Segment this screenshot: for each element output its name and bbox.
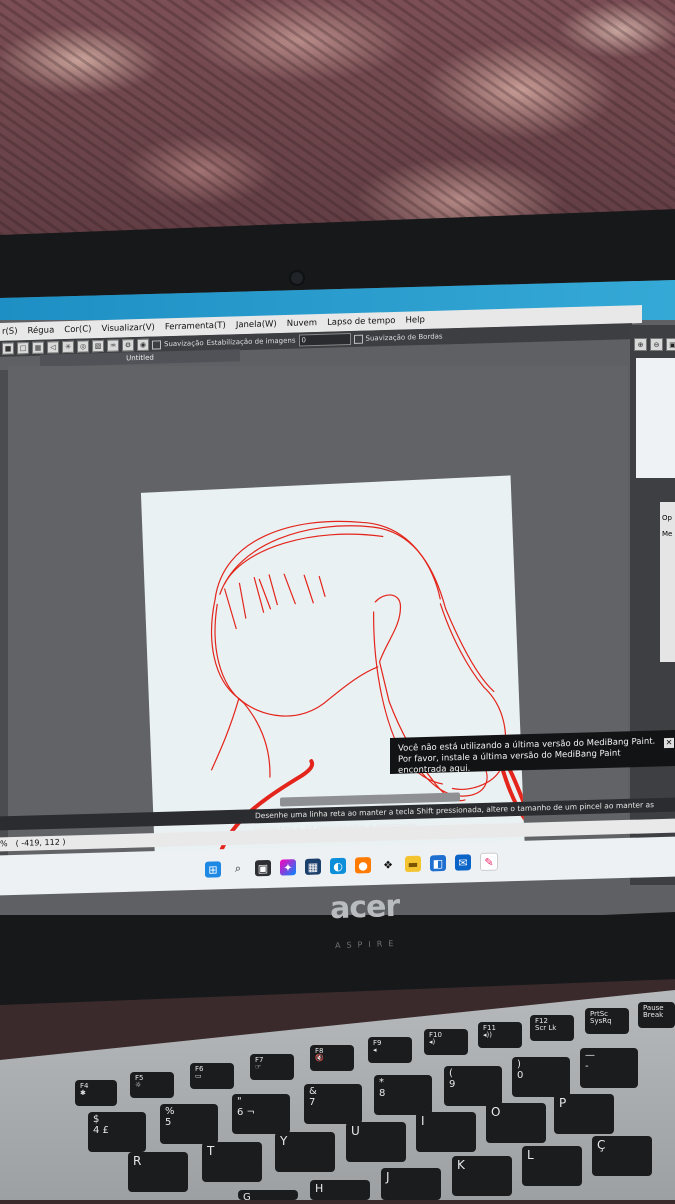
menu-item-selection[interactable]: r(S) — [2, 326, 18, 336]
menu-item-tool[interactable]: Ferramenta(T) — [165, 321, 226, 333]
acer-logo: acer — [329, 888, 400, 927]
keyboard: F4 ✱ F5 ☼ F6 ▭ F7 ☞ F8 🔇 F9 ◂ F10 ◂) F11… — [0, 1000, 675, 1203]
key-pause: Pause Break — [638, 1002, 675, 1028]
navigator-preview — [636, 358, 675, 478]
key-u: U — [346, 1122, 406, 1162]
tool-icon[interactable]: ▦ — [32, 341, 44, 354]
key-l: L — [522, 1146, 582, 1186]
panel-label-mid: Me — [662, 530, 673, 538]
cursor-coords: ( -419, 112 ) — [15, 837, 66, 848]
stabilization-label: Estabilização de imagens — [206, 336, 296, 348]
tool-icon[interactable]: ⚙ — [122, 339, 134, 352]
menu-item-cloud[interactable]: Nuvem — [287, 318, 317, 329]
tool-icon[interactable]: ■ — [2, 342, 14, 355]
key-o: O — [486, 1103, 546, 1143]
menu-item-color[interactable]: Cor(C) — [64, 324, 91, 335]
key-i: I — [416, 1112, 476, 1152]
dropbox-icon[interactable]: ❖ — [380, 856, 396, 872]
smoothing-checkbox[interactable] — [152, 339, 161, 350]
zoom-in-icon[interactable]: ⊕ — [634, 338, 647, 351]
key-k: K — [452, 1156, 512, 1196]
tool-icon[interactable]: ▧ — [92, 339, 104, 353]
webcam-icon — [289, 270, 305, 286]
key-f8: F8 🔇 — [310, 1045, 354, 1071]
smoothing-label: Suavização — [164, 339, 204, 349]
tool-icon[interactable]: ✳ — [62, 340, 74, 354]
key-7: & 7 — [304, 1084, 362, 1124]
key-t: T — [202, 1142, 262, 1182]
key-f11: F11 ◂)) — [478, 1022, 522, 1048]
key-9: ( 9 — [444, 1066, 502, 1106]
laptop-screen: r(S) Régua Cor(C) Visualizar(V) Ferramen… — [0, 280, 675, 915]
fit-icon[interactable]: ▣ — [666, 338, 675, 351]
outlook-icon[interactable]: ✉ — [455, 854, 471, 871]
key-f7: F7 ☞ — [250, 1054, 294, 1080]
key-f5: F5 ☼ — [130, 1072, 174, 1098]
stabilization-select[interactable]: 0 — [298, 333, 351, 347]
key-h: H — [310, 1180, 370, 1200]
key-f9: F9 ◂ — [368, 1037, 412, 1063]
edge-browser-icon[interactable]: ◐ — [330, 857, 346, 875]
key-j: J — [381, 1168, 441, 1200]
task-view-icon[interactable]: ▣ — [255, 859, 271, 877]
zoom-out-icon[interactable]: ⊖ — [650, 338, 663, 351]
medibang-app-icon[interactable]: ✎ — [480, 852, 498, 872]
menu-item-ruler[interactable]: Régua — [28, 325, 55, 336]
widgets-icon[interactable]: ▦ — [305, 858, 321, 875]
key-r: R — [128, 1152, 188, 1192]
key-8: * 8 — [374, 1075, 432, 1115]
edge-smoothing-label: Suavização de Bordas — [365, 332, 443, 343]
key-g: G — [238, 1190, 298, 1203]
file-explorer-icon[interactable]: ▬ — [405, 855, 421, 873]
edge-smoothing-checkbox[interactable] — [353, 334, 363, 344]
zoom-level: % — [0, 839, 8, 849]
firefox-icon[interactable]: ● — [355, 857, 371, 874]
close-icon[interactable]: ✕ — [664, 737, 674, 749]
key-0: ) 0 — [512, 1057, 570, 1097]
canvas-workspace[interactable] — [8, 366, 628, 873]
tool-icon[interactable]: ◎ — [77, 340, 89, 353]
panel-label-top: Op — [662, 514, 672, 522]
search-icon[interactable]: ⌕ — [230, 861, 246, 877]
copilot-icon[interactable]: ✦ — [280, 859, 296, 876]
tool-icon[interactable]: ◁ — [47, 341, 59, 354]
key-f4: F4 ✱ — [75, 1080, 117, 1106]
windows-start-icon[interactable]: ⊞ — [205, 861, 221, 878]
tool-icon[interactable]: ◉ — [137, 338, 149, 351]
store-icon[interactable]: ◧ — [430, 854, 446, 872]
menu-item-window[interactable]: Janela(W) — [236, 319, 277, 330]
menu-item-timelapse[interactable]: Lapso de tempo — [327, 316, 395, 328]
key-p: P — [554, 1094, 614, 1134]
menu-item-help[interactable]: Help — [406, 315, 425, 326]
layer-panel: Op Me — [660, 502, 675, 662]
key-5: % 5 — [160, 1104, 218, 1144]
key-6: " 6 ¬ — [232, 1094, 290, 1134]
key-y: Y — [275, 1132, 335, 1172]
key-f10: F10 ◂) — [424, 1029, 468, 1055]
update-notice[interactable]: Você não está utilizando a última versão… — [390, 730, 675, 776]
tool-icon[interactable]: □ — [17, 342, 29, 355]
key-cedilla: Ç — [592, 1136, 652, 1176]
key-4: $ 4 £ — [88, 1112, 146, 1152]
key-minus: — - — [580, 1048, 638, 1088]
menu-item-view[interactable]: Visualizar(V) — [101, 323, 154, 334]
tool-icon[interactable]: ♒ — [107, 339, 119, 352]
key-f6: F6 ▭ — [190, 1063, 234, 1089]
key-prtsc: PrtSc SysRq — [585, 1008, 629, 1034]
navigator-buttons: ⊕ ⊖ ▣ — [634, 338, 675, 351]
key-f12: F12 Scr Lk — [530, 1015, 574, 1041]
